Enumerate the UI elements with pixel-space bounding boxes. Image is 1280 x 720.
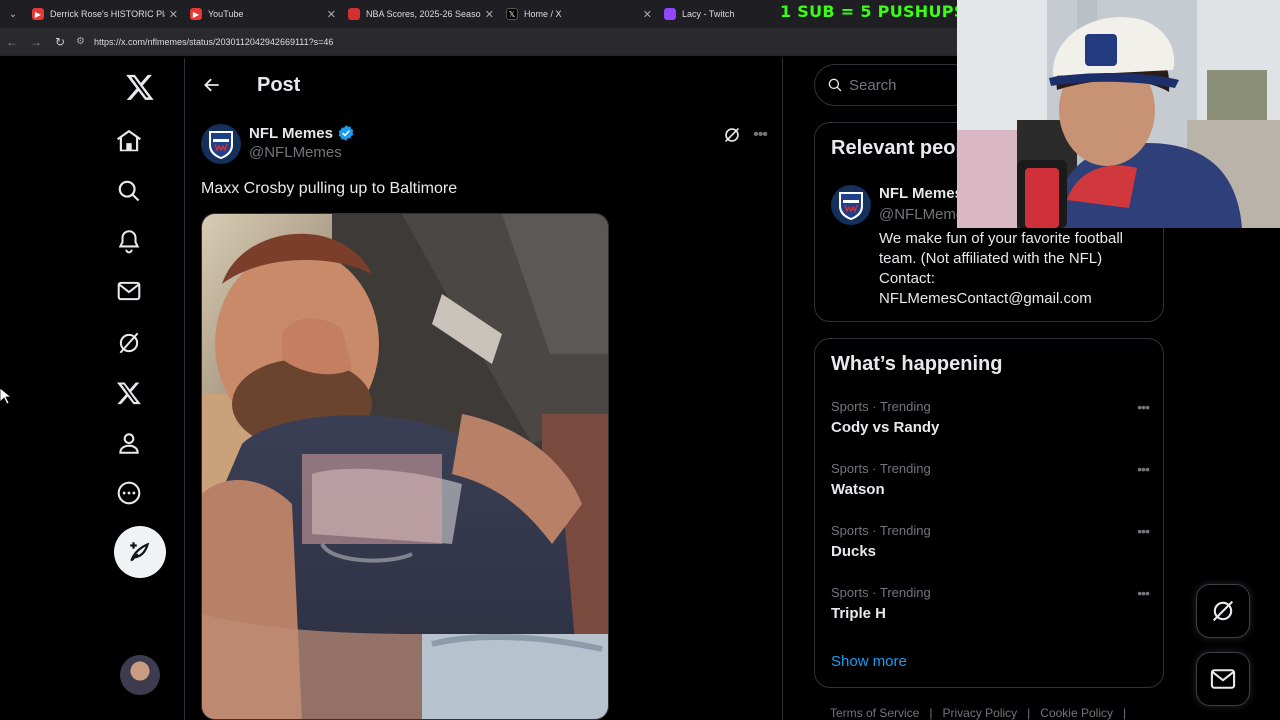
- left-sidebar: [0, 58, 185, 720]
- trend-name: Cody vs Randy: [831, 419, 940, 436]
- more-horizontal-icon[interactable]: •••: [1137, 585, 1150, 601]
- mail-icon: [1210, 669, 1236, 689]
- notifications-icon[interactable]: [114, 226, 144, 256]
- grok-icon[interactable]: [114, 328, 144, 358]
- grok-explain-icon[interactable]: [721, 124, 743, 146]
- nba-favicon-icon: [348, 8, 360, 20]
- premium-x-icon[interactable]: [114, 378, 144, 408]
- close-icon[interactable]: ✕: [485, 8, 494, 21]
- site-info-icon[interactable]: ⚙: [76, 36, 88, 48]
- tab-search-icon[interactable]: ⌄: [0, 0, 26, 28]
- reload-icon[interactable]: ↻: [48, 30, 72, 54]
- search-box[interactable]: [814, 64, 974, 106]
- more-horizontal-icon[interactable]: •••: [1137, 399, 1150, 415]
- trend-meta: Sports · Trending: [831, 585, 931, 600]
- cookie-link[interactable]: Cookie Policy: [1040, 706, 1113, 720]
- author-name-text: NFL Memes: [249, 124, 333, 142]
- trend-meta: Sports · Trending: [831, 523, 931, 538]
- more-horizontal-icon[interactable]: •••: [1137, 523, 1150, 539]
- relevant-name[interactable]: NFL Memes: [879, 185, 963, 202]
- search-input[interactable]: [849, 76, 959, 94]
- post-author: NFL Memes @NFLMemes •••: [201, 124, 771, 166]
- footer-separator: |: [1027, 706, 1031, 720]
- close-icon[interactable]: ✕: [643, 8, 652, 21]
- trend-meta: Sports · Trending: [831, 461, 931, 476]
- trend-name: Watson: [831, 481, 885, 498]
- privacy-link[interactable]: Privacy Policy: [942, 706, 1017, 720]
- home-icon[interactable]: [114, 126, 144, 156]
- tab-title: YouTube: [208, 9, 244, 19]
- back-icon[interactable]: ←: [0, 30, 24, 54]
- x-logo-icon[interactable]: [124, 72, 156, 102]
- relevant-avatar[interactable]: [831, 185, 871, 225]
- footer-separator: |: [929, 706, 933, 720]
- account-avatar[interactable]: [120, 655, 160, 695]
- youtube-favicon-icon: ▶: [190, 8, 202, 20]
- more-horizontal-icon[interactable]: •••: [749, 124, 771, 146]
- webcam-overlay: [957, 0, 1280, 228]
- post-video[interactable]: [201, 213, 609, 720]
- trend-item[interactable]: Sports · Trending Triple H •••: [831, 585, 1150, 635]
- more-options-icon[interactable]: [114, 478, 144, 508]
- tab-title: Derrick Rose's HISTORIC Playoff: [50, 9, 165, 19]
- post-header: Post: [185, 58, 782, 112]
- messages-icon[interactable]: [114, 276, 144, 306]
- page-title: Post: [257, 73, 301, 96]
- back-arrow-icon[interactable]: [197, 70, 227, 100]
- trend-meta: Sports · Trending: [831, 399, 931, 414]
- compose-post-button[interactable]: [114, 526, 166, 578]
- forward-icon[interactable]: →: [24, 30, 48, 54]
- nfl-memes-shield-icon: [839, 192, 863, 220]
- messages-floating-button[interactable]: [1196, 652, 1250, 706]
- author-avatar[interactable]: [201, 124, 241, 164]
- tab-title: Home / X: [524, 9, 562, 19]
- whats-happening-panel: What’s happening Sports · Trending Cody …: [814, 338, 1164, 688]
- whats-happening-title: What’s happening: [831, 353, 1003, 375]
- author-name[interactable]: NFL Memes: [249, 124, 355, 142]
- trend-name: Ducks: [831, 543, 877, 560]
- twitch-favicon-icon: [664, 8, 676, 20]
- feather-plus-icon: [130, 542, 150, 562]
- footer-separator: |: [1123, 706, 1127, 720]
- terms-link[interactable]: Terms of Service: [830, 706, 919, 720]
- browser-tab[interactable]: ▶ Derrick Rose's HISTORIC Playoff ✕: [26, 0, 184, 28]
- close-icon[interactable]: ✕: [169, 8, 178, 21]
- grok-icon: [1212, 600, 1234, 622]
- webcam-feed-image: [957, 0, 1280, 228]
- trend-item[interactable]: Sports · Trending Cody vs Randy •••: [831, 399, 1150, 449]
- search-icon: [828, 78, 842, 92]
- post-text: Maxx Crosby pulling up to Baltimore: [201, 180, 458, 197]
- profile-icon[interactable]: [114, 428, 144, 458]
- trend-item[interactable]: Sports · Trending Ducks •••: [831, 523, 1150, 573]
- relevant-bio: We make fun of your favorite football te…: [879, 230, 1124, 307]
- more-horizontal-icon[interactable]: •••: [1137, 461, 1150, 477]
- browser-tab[interactable]: ▶ YouTube ✕: [184, 0, 342, 28]
- url-field[interactable]: ⚙ https://x.com/nflmemes/status/20301120…: [76, 36, 333, 48]
- nfl-memes-shield-icon: [209, 131, 233, 159]
- video-frame-image: [202, 214, 608, 719]
- browser-tab[interactable]: 𝕏 Home / X ✕: [500, 0, 658, 28]
- trend-name: Triple H: [831, 605, 887, 622]
- youtube-favicon-icon: ▶: [32, 8, 44, 20]
- author-handle[interactable]: @NFLMemes: [249, 144, 342, 161]
- main-column: Post NFL Memes @NFLMemes ••• Maxx Crosby…: [185, 58, 783, 720]
- mouse-cursor-icon: [0, 388, 10, 404]
- grok-floating-button[interactable]: [1196, 584, 1250, 638]
- explore-icon[interactable]: [114, 176, 144, 206]
- stream-overlay-text: 1 SUB = 5 PUSHUPS: [780, 2, 966, 21]
- show-more-link[interactable]: Show more: [831, 653, 907, 670]
- footer-links: Terms of Service | Privacy Policy | Cookie P…: [830, 706, 1136, 720]
- url-text: https://x.com/nflmemes/status/2030112042…: [94, 36, 334, 47]
- browser-tab[interactable]: NBA Scores, 2025-26 Season - ✕: [342, 0, 500, 28]
- close-icon[interactable]: ✕: [327, 8, 336, 21]
- x-favicon-icon: 𝕏: [506, 8, 518, 20]
- tab-title: NBA Scores, 2025-26 Season -: [366, 9, 481, 19]
- verified-badge-icon: [338, 125, 354, 141]
- trend-item[interactable]: Sports · Trending Watson •••: [831, 461, 1150, 511]
